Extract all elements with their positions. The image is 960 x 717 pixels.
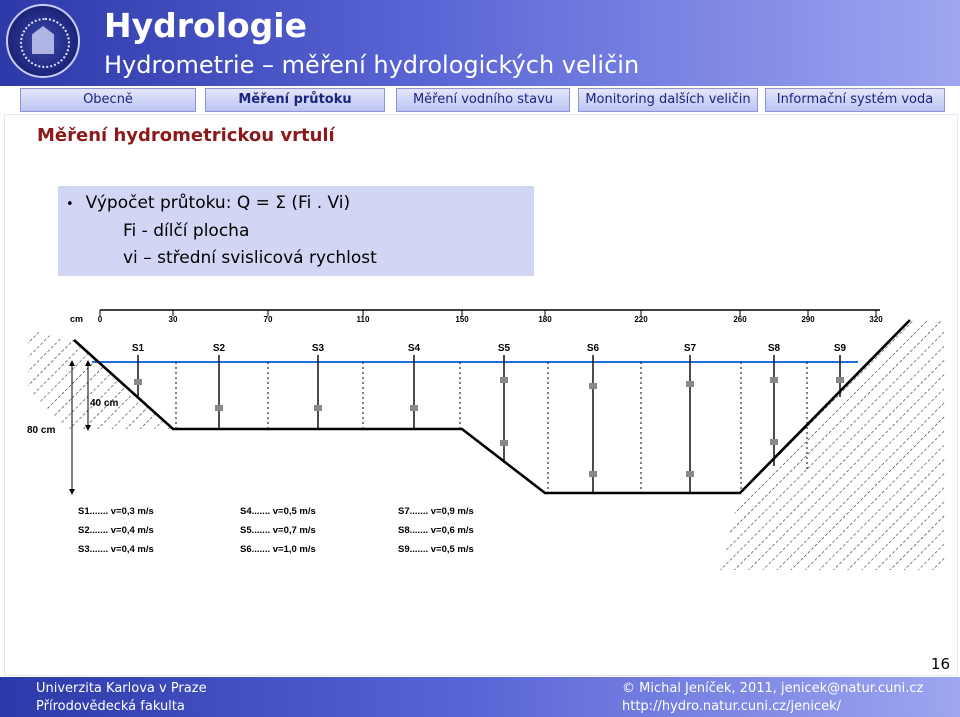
ruler-tick-label: 70 [264, 315, 273, 324]
measurement-verticals: S1 S2 S3 S4 S5 S6 S7 S8 S9 [132, 343, 847, 493]
ruler-tick-label: 180 [538, 315, 552, 324]
velocity-table: S1....... v=0,3 m/s S2....... v=0,4 m/s S3… [78, 506, 474, 555]
ruler-tick-label: 110 [357, 315, 370, 324]
vertical-label: S7 [684, 343, 697, 354]
current-meter-sensor [314, 405, 322, 411]
tab-informacni-system[interactable]: Informační systém voda [765, 88, 945, 112]
velocity-entry: S6....... v=1,0 m/s [240, 544, 316, 555]
depth-label-40: 40 cm [90, 398, 118, 409]
ruler-tick-label: 0 [98, 315, 103, 324]
right-bank-hatch [720, 320, 945, 570]
velocity-entry: S2....... v=0,4 m/s [78, 525, 154, 536]
current-meter-sensor [770, 377, 778, 383]
velocity-entry: S3....... v=0,4 m/s [78, 544, 154, 555]
depth-arrow-80-head-bottom [69, 489, 75, 495]
current-meter-sensor [686, 471, 694, 477]
tab-monitoring[interactable]: Monitoring dalších veličin [578, 88, 758, 112]
velocity-entry: S5....... v=0,7 m/s [240, 525, 316, 536]
velocity-entry: S7....... v=0,9 m/s [398, 506, 474, 517]
depth-label-80: 80 cm [27, 425, 55, 436]
ruler-unit-label: cm [70, 314, 83, 324]
ruler-tick-label: 150 [455, 315, 469, 324]
footer-copyright: © Michal Jeníček, 2011, jenicek@natur.cu… [622, 681, 924, 696]
left-bank-hatch [28, 330, 173, 429]
footer-banner: Univerzita Karlova v Praze Přírodovědeck… [0, 677, 960, 717]
footer-university: Univerzita Karlova v Praze [36, 681, 207, 696]
current-meter-sensor [589, 471, 597, 477]
vertical-label: S8 [768, 343, 781, 354]
ruler-tick-label: 290 [801, 315, 815, 324]
slide-title: Měření hydrometrickou vrtulí [37, 125, 335, 146]
nav-tabs: Obecně Měření průtoku Měření vodního sta… [0, 88, 960, 112]
vertical-label: S3 [312, 343, 325, 354]
velocity-entry: S9....... v=0,5 m/s [398, 544, 474, 555]
ruler-ticks: 0 30 70 110 150 180 220 260 290 320 [98, 310, 883, 324]
ruler-tick-label: 220 [634, 315, 648, 324]
header-banner: Hydrologie Hydrometrie – měření hydrolog… [0, 0, 960, 86]
formula-text: Výpočet průtoku: Q = Σ (Fi . Vi) [85, 193, 351, 213]
current-meter-sensor [770, 439, 778, 445]
vertical-label: S6 [587, 343, 600, 354]
formula-box: • Výpočet průtoku: Q = Σ (Fi . Vi) Fi - d… [58, 186, 534, 276]
vertical-label: S1 [132, 343, 145, 354]
velocity-entry: S1....... v=0,3 m/s [78, 506, 154, 517]
current-meter-sensor [500, 377, 508, 383]
page-subtitle: Hydrometrie – měření hydrologických veli… [104, 51, 640, 79]
current-meter-sensor [836, 377, 844, 383]
velocity-entry: S4....... v=0,5 m/s [240, 506, 316, 517]
current-meter-sensor [215, 405, 223, 411]
bullet: • [66, 197, 74, 212]
page-number: 16 [930, 655, 950, 673]
current-meter-sensor [686, 381, 694, 387]
vertical-label: S4 [408, 343, 421, 354]
footer-faculty: Přírodovědecká fakulta [36, 699, 185, 714]
current-meter-sensor [589, 383, 597, 389]
tab-obecne[interactable]: Obecně [20, 88, 196, 112]
velocity-entry: S8....... v=0,6 m/s [398, 525, 474, 536]
ruler-tick-label: 30 [169, 315, 178, 324]
tab-mereni-vodniho-stavu[interactable]: Měření vodního stavu [396, 88, 570, 112]
vertical-label: S5 [498, 343, 511, 354]
ruler-tick-label: 320 [869, 315, 883, 324]
vertical-label: S9 [834, 343, 847, 354]
current-meter-sensor [134, 379, 142, 385]
formula-line-3: vi – střední svislicová rychlost [123, 248, 377, 268]
channel-cross-section-diagram: 0 30 70 110 150 180 220 260 290 320 cm S1 S2 S3 S4 S5… [27, 309, 945, 570]
current-meter-sensor [500, 440, 508, 446]
ruler-tick-label: 260 [733, 315, 747, 324]
university-seal-icon [6, 4, 80, 78]
section-dividers [175, 362, 808, 493]
formula-line-2: Fi - dílčí plocha [123, 221, 250, 241]
footer-url[interactable]: http://hydro.natur.cuni.cz/jenicek/ [622, 699, 841, 714]
current-meter-sensor [410, 405, 418, 411]
formula-line-1: • Výpočet průtoku: Q = Σ (Fi . Vi) [66, 193, 350, 213]
vertical-label: S2 [213, 343, 226, 354]
page-title: Hydrologie [104, 6, 307, 45]
tab-mereni-prutoku[interactable]: Měření průtoku [205, 88, 385, 112]
